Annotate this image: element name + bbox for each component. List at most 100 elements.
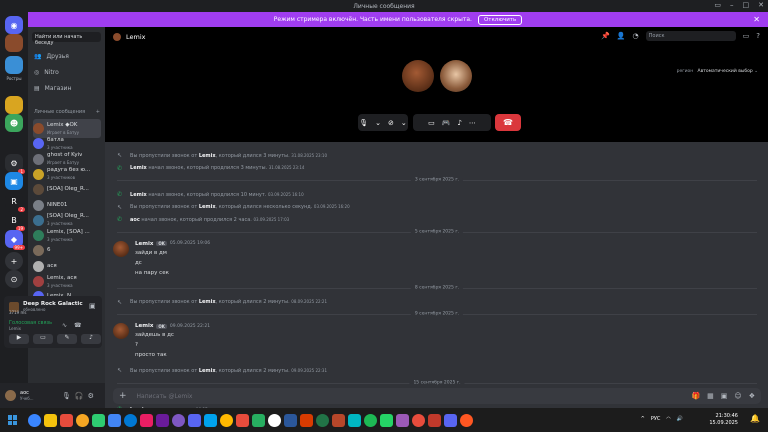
soundboard-icon[interactable]: ♪ [457,119,461,127]
apps-icon[interactable]: ❖ [749,392,755,400]
server-dark-icon[interactable]: ⚙ 1 [5,154,25,174]
disable-streamer-button[interactable]: Отключить [477,14,523,25]
taskbar-app-icon[interactable] [124,413,137,427]
camera-button[interactable]: ▶ [9,334,29,344]
author-avatar[interactable] [113,323,129,339]
disconnect-icon[interactable]: ☎ [74,322,81,329]
sticker-icon[interactable]: ▣ [721,392,728,400]
minimize-icon[interactable]: – [730,1,734,9]
taskbar-app-icon[interactable] [284,413,297,427]
taskbar-app-icon[interactable] [396,413,409,427]
close-icon[interactable]: ✕ [758,1,764,9]
taskbar-app-icon[interactable] [268,413,281,427]
mic-control[interactable]: 🎙 ⌄ ⊘ ⌄ [358,114,408,131]
chevron-up-icon[interactable]: ^ [641,416,645,422]
volume-icon[interactable]: 🔊 [677,416,683,422]
inbox-icon[interactable]: ▭ [714,1,721,9]
taskbar-app-icon[interactable] [428,413,441,427]
taskbar-app-icon[interactable] [28,413,41,427]
activity-icon[interactable]: 🎮 [442,119,451,127]
camera-off-icon[interactable]: ⊘ [388,119,394,127]
author-name[interactable]: Lemix [135,241,153,247]
server-blue-icon[interactable]: ▣ [5,172,23,190]
taskbar-app-icon[interactable] [444,413,457,427]
mic-icon[interactable]: 🎙 [62,392,71,400]
taskbar-app-icon[interactable] [172,413,185,427]
server-rostry-icon[interactable] [5,56,23,74]
gift-icon[interactable]: 🎁 [691,392,700,400]
settings-icon[interactable]: ⚙ [88,392,94,400]
start-icon[interactable] [8,415,18,425]
server-avatar-icon[interactable] [5,34,23,52]
author-avatar[interactable] [113,240,129,257]
taskbar-app-icon[interactable] [188,413,201,427]
taskbar-app-icon[interactable] [140,413,153,427]
taskbar-app-icon[interactable] [76,413,89,427]
taskbar-app-icon[interactable] [156,413,169,427]
add-dm-icon[interactable]: + [96,109,100,115]
wifi-icon[interactable]: ◠ [666,416,670,422]
region-select[interactable]: Автоматический выбор [698,69,753,74]
lang-indicator[interactable]: РУС [651,416,661,422]
discover-icon[interactable]: ⊙ [5,270,23,288]
taskbar-app-icon[interactable] [348,413,361,427]
chevron-down-icon[interactable]: ⌄ [401,119,407,127]
add-server-icon[interactable]: + [5,252,23,270]
nav-shop[interactable]: ▤ Магазин [34,85,71,92]
screen-share-icon[interactable]: ▭ [428,119,435,127]
notifications-icon[interactable]: 🔔 [750,414,760,423]
taskbar-app-icon[interactable] [380,413,393,427]
server-cap-icon[interactable]: ◆ 99+ [5,230,25,250]
message-composer[interactable]: + Написать @Lemix 🎁 ▦ ▣ ☺ ❖ [113,388,761,404]
emoji-icon[interactable]: ☺ [734,392,741,400]
close-banner-icon[interactable]: ✕ [753,15,760,24]
caller-avatar-lemix[interactable] [402,60,434,92]
server-yellow-icon[interactable] [5,96,23,114]
add-member-icon[interactable]: 👤 [617,32,626,40]
header-search-input[interactable]: Поиск [645,31,736,41]
taskbar-app-icon[interactable] [316,413,329,427]
pin-icon[interactable]: 📌 [601,32,610,40]
taskbar-app-icon[interactable] [92,413,105,427]
attach-plus-icon[interactable]: + [119,391,127,401]
taskbar-app-icon[interactable] [252,413,265,427]
taskbar-app-icon[interactable] [364,413,377,427]
taskbar-app-icon[interactable] [60,413,73,427]
server-r-icon[interactable]: R2 [5,192,25,212]
headphones-icon[interactable]: 🎧 [75,392,84,400]
discord-home-icon[interactable]: ◉ [5,16,23,34]
gif-icon[interactable]: ▦ [707,392,714,400]
chevron-down-icon[interactable]: ⌄ [375,119,381,127]
nav-friends[interactable]: 👥 Друзья [34,53,69,60]
game-settings-icon[interactable]: ▣ [89,302,96,310]
hang-up-button[interactable]: ☎ [495,114,521,131]
user-avatar[interactable] [5,390,16,401]
taskbar-app-icon[interactable] [460,413,473,427]
server-b-icon[interactable]: B 19 [5,211,25,231]
author-name[interactable]: Lemix [135,323,153,329]
maximize-icon[interactable]: □ [743,1,750,9]
taskbar-app-icon[interactable] [220,413,233,427]
taskbar-app-icon[interactable] [332,413,345,427]
nav-nitro[interactable]: ◎ Nitro [34,69,59,76]
noise-icon[interactable]: ∿ [62,322,67,329]
taskbar-app-icon[interactable] [44,413,57,427]
message-input[interactable]: Написать @Lemix [137,393,193,400]
clock[interactable]: 21:30:46 15.09.2025 [709,413,738,427]
taskbar-app-icon[interactable] [236,413,249,427]
help-icon[interactable]: ? [756,32,760,40]
taskbar-app-icon[interactable] [412,413,425,427]
more-icon[interactable]: ⋯ [469,119,476,127]
caller-avatar-self[interactable] [440,60,472,92]
activity-button[interactable]: ✎ [57,334,77,344]
server-green-icon[interactable]: ☻ [5,114,23,132]
taskbar-app-icon[interactable] [300,413,313,427]
soundboard-button[interactable]: ♪ [81,334,101,344]
taskbar-app-icon[interactable] [204,413,217,427]
taskbar-app-icon[interactable] [108,413,121,427]
dm-search-input[interactable]: Найти или начать беседу [32,32,101,46]
profile-icon[interactable]: ◔ [633,32,639,40]
screen-share-button[interactable]: ▭ [33,334,53,344]
mic-icon[interactable]: 🎙 [359,119,368,127]
inbox-icon[interactable]: ▭ [743,32,750,40]
